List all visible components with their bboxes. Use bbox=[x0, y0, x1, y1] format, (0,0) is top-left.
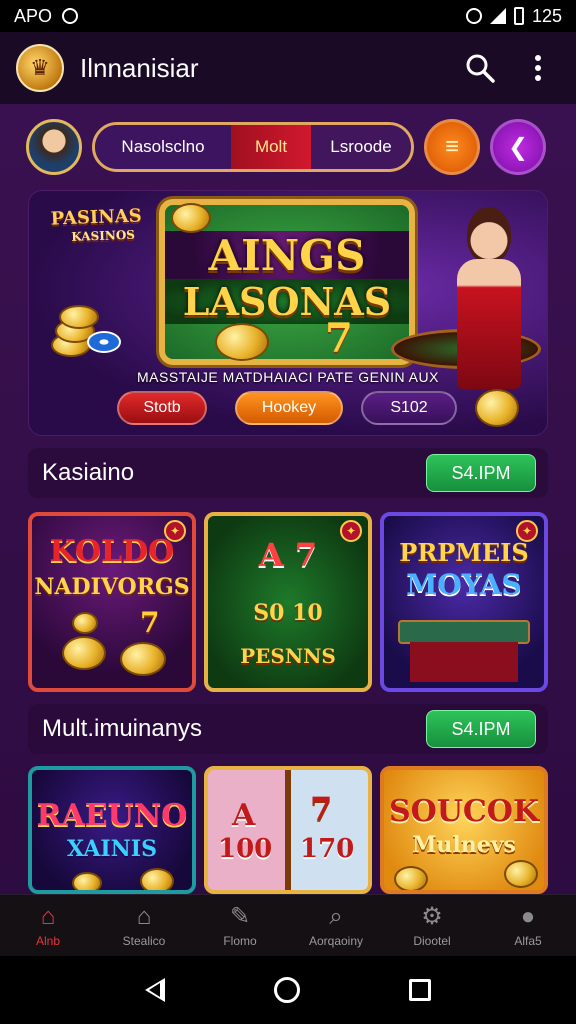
notification-icon bbox=[62, 8, 79, 24]
category-segmented-control: Nasolsclno Molt Lsroode bbox=[92, 122, 414, 172]
app-logo-icon[interactable]: ♛ bbox=[16, 44, 64, 92]
game-tile-subtitle: XAINIS bbox=[67, 836, 157, 862]
section-header-casino: Kasiaino S4.IPM bbox=[28, 448, 548, 498]
nav-item-home[interactable]: ⌂ Alnb bbox=[3, 902, 93, 948]
status-bar: APO 125 bbox=[0, 0, 576, 32]
hero-banner[interactable]: PASINAS KASINOS AINGS LASONAS 7 MASSTAIJ… bbox=[28, 190, 548, 436]
nav-label: Alfa5 bbox=[514, 933, 542, 948]
game-tile[interactable]: ✦ PRPMEIS MOYAS bbox=[380, 512, 548, 692]
segment-option[interactable]: Nasolsclno bbox=[95, 125, 231, 169]
main-content[interactable]: Nasolsclno Molt Lsroode ≡ ❮ PASINAS KASI… bbox=[0, 104, 576, 894]
chat-icon: ● bbox=[520, 902, 536, 930]
section-title: Mult.imuinanys bbox=[42, 715, 203, 742]
nav-item-search[interactable]: ⌕ Aorqaoiny bbox=[291, 902, 381, 948]
nav-label: Flomo bbox=[223, 933, 257, 948]
seven-icon: 7 bbox=[140, 606, 160, 639]
game-tile-title: KOLDO bbox=[49, 534, 175, 569]
home-circle-icon[interactable] bbox=[273, 977, 300, 1003]
gear-icon: ⚙ bbox=[421, 902, 443, 930]
game-grid: RAEUNO XAINIS A 100 170 7 SOUCOK Mulnevs bbox=[28, 766, 548, 894]
status-time: 125 bbox=[531, 5, 562, 26]
house-icon: ⌂ bbox=[136, 902, 152, 930]
app-bar: ♛ Ilnnanisiar bbox=[0, 32, 576, 104]
nav-label: Stealico bbox=[122, 933, 166, 948]
game-tile[interactable]: ✦ A 7 S0 10 PESNNS bbox=[204, 512, 372, 692]
game-tile[interactable]: A 100 170 7 bbox=[204, 766, 372, 894]
coin-stack-icon bbox=[51, 303, 121, 363]
back-arrow-icon[interactable]: ❮ bbox=[490, 119, 546, 175]
more-vert-icon[interactable] bbox=[516, 46, 560, 90]
game-tile[interactable]: ✦ KOLDO NADIVORGS 7 bbox=[28, 512, 196, 692]
game-tile-subtitle: MOYAS bbox=[406, 568, 522, 601]
search-icon[interactable] bbox=[458, 46, 502, 90]
nav-label: Aorqaoiny bbox=[308, 933, 364, 948]
banner-tag: PASINAS KASINOS bbox=[50, 205, 142, 246]
nav-label: Diootel bbox=[413, 933, 451, 948]
list-icon[interactable]: ≡ bbox=[424, 119, 480, 175]
game-tile-reel: S0 10 bbox=[253, 600, 323, 626]
game-tile-subtitle: Mulnevs bbox=[412, 832, 516, 858]
game-tile-title: PRPMEIS bbox=[399, 538, 529, 567]
bottom-navigation: ⌂ Alnb ⌂ Stealico ✎ Flomo ⌕ Aorqaoiny ⚙ … bbox=[0, 894, 576, 956]
banner-title-line: AINGS bbox=[165, 231, 409, 280]
nav-item-promo[interactable]: ✎ Flomo bbox=[195, 902, 285, 948]
nav-item-lobby[interactable]: ⌂ Stealico bbox=[99, 902, 189, 948]
game-tile-reel: A bbox=[232, 798, 256, 833]
nav-item-profile[interactable]: ● Alfa5 bbox=[483, 902, 573, 948]
banner-button[interactable]: S102 bbox=[361, 391, 457, 425]
game-tile-title: RAEUNO bbox=[36, 798, 188, 833]
banner-button[interactable]: Hookey bbox=[235, 391, 343, 425]
seven-icon: 7 bbox=[310, 790, 333, 828]
section-action-button[interactable]: S4.IPM bbox=[426, 454, 536, 492]
game-tile[interactable]: SOUCOK Mulnevs bbox=[380, 766, 548, 894]
game-tile-title: SOUCOK bbox=[388, 794, 540, 829]
recent-apps-icon[interactable] bbox=[409, 979, 432, 1001]
user-avatar[interactable] bbox=[26, 119, 82, 175]
game-tile[interactable]: RAEUNO XAINIS bbox=[28, 766, 196, 894]
slot-machine-graphic: AINGS LASONAS 7 bbox=[159, 199, 415, 365]
battery-icon bbox=[513, 7, 524, 25]
signal-icon bbox=[489, 8, 506, 24]
home-icon: ⌂ bbox=[40, 902, 56, 930]
edit-icon: ✎ bbox=[229, 902, 251, 930]
nav-label: Alnb bbox=[35, 933, 61, 948]
back-icon[interactable] bbox=[144, 978, 165, 1002]
section-title: Kasiaino bbox=[42, 459, 135, 486]
segment-option-selected[interactable]: Molt bbox=[231, 125, 311, 169]
nav-item-settings[interactable]: ⚙ Diootel bbox=[387, 902, 477, 948]
game-tile-reel: 100 bbox=[218, 834, 273, 864]
system-navigation-bar bbox=[0, 956, 576, 1024]
game-grid: ✦ KOLDO NADIVORGS 7 ✦ A 7 S0 10 PESNNS ✦… bbox=[28, 512, 548, 692]
filter-row: Nasolsclno Molt Lsroode ≡ ❮ bbox=[26, 118, 550, 176]
banner-button[interactable]: Stotb bbox=[117, 391, 207, 425]
banner-subtitle: MASSTAIJE MATDHAIACI PATE GENIN AUX bbox=[137, 369, 439, 385]
app-title: Ilnnanisiar bbox=[80, 52, 199, 83]
segment-option[interactable]: Lsroode bbox=[311, 125, 411, 169]
seven-icon: 7 bbox=[325, 315, 353, 362]
game-tile-reel: A 7 bbox=[258, 536, 318, 574]
game-tile-reel: 170 bbox=[300, 834, 355, 864]
section-action-button[interactable]: S4.IPM bbox=[426, 710, 536, 748]
banner-title-line: LASONAS bbox=[165, 279, 409, 324]
alarm-icon bbox=[465, 8, 482, 24]
search-icon: ⌕ bbox=[329, 902, 343, 930]
status-left: APO bbox=[14, 5, 79, 27]
section-header-multiplayer: Mult.imuinanys S4.IPM bbox=[28, 704, 548, 754]
status-label: APO bbox=[14, 5, 53, 26]
coin-icon bbox=[475, 389, 519, 427]
game-tile-subtitle: NADIVORGS bbox=[34, 574, 190, 600]
status-right: 125 bbox=[465, 5, 562, 27]
game-tile-title: PESNNS bbox=[240, 644, 336, 668]
